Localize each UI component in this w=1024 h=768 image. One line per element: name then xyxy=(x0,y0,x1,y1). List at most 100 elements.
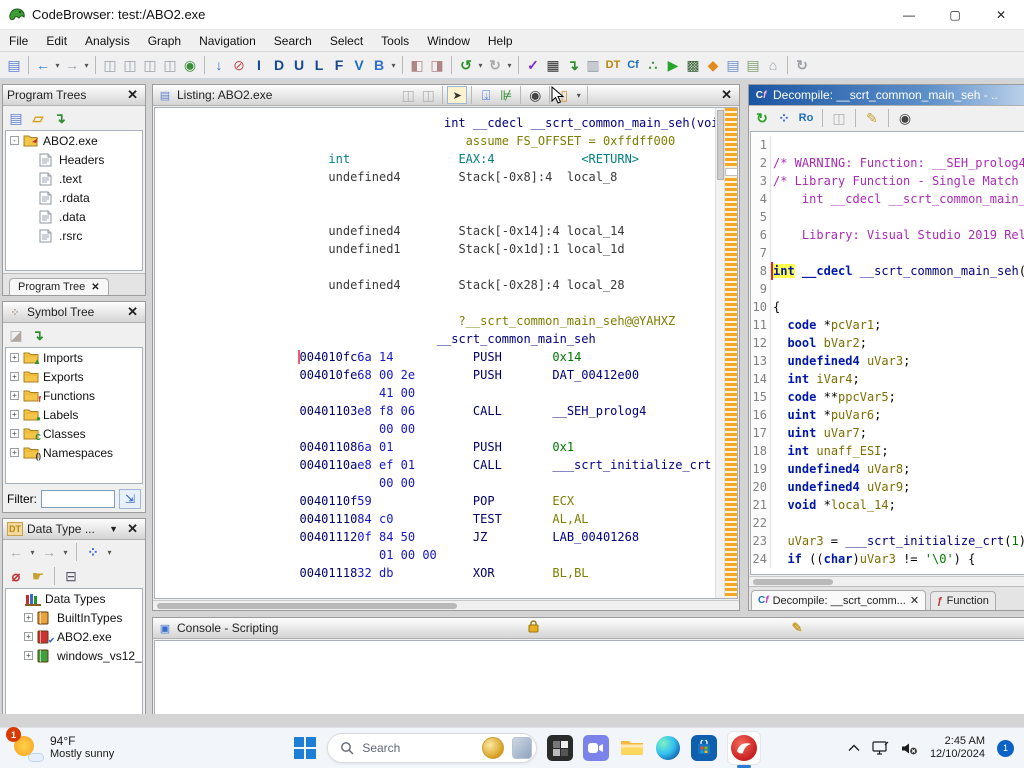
decompile-line[interactable]: 21 void *local_14; xyxy=(751,496,1024,514)
program-tree-tab[interactable]: Program Tree ✕ xyxy=(9,278,109,295)
open-folder-icon[interactable]: ▱ xyxy=(28,107,48,129)
dt-back-icon[interactable]: ← xyxy=(6,541,26,563)
disassembly-listing[interactable]: int __cdecl __scrt_common_main_seh(voi a… xyxy=(155,108,715,598)
decompile-line[interactable]: 12 bool bVar2; xyxy=(751,334,1024,352)
paste-icon[interactable]: ◫ xyxy=(418,84,438,106)
decompile-line[interactable]: 3/* Library Function - Single Match xyxy=(751,172,1024,190)
decompile-line[interactable]: 19 undefined4 uVar8; xyxy=(751,460,1024,478)
symbol-tree-node-functions[interactable]: +fFunctions xyxy=(6,386,142,405)
redo-icon[interactable]: ↻ xyxy=(485,54,505,76)
expander-icon[interactable]: + xyxy=(10,391,19,400)
menu-search[interactable]: Search xyxy=(265,31,321,51)
format-v-icon[interactable]: V xyxy=(349,54,369,76)
dt-graph-icon[interactable]: ⁘ xyxy=(83,541,103,563)
decompile-line[interactable]: 17 uint uVar7; xyxy=(751,424,1024,442)
listing-line[interactable]: undefined4 Stack[-0x28]:4 local_28 xyxy=(155,276,715,294)
listing-header[interactable]: ▤ Listing: ABO2.exe ◫◫➤⍗⊯◉▯▾ ✕ xyxy=(153,85,739,106)
diff-view-icon[interactable]: ⊯ xyxy=(496,84,516,106)
listing-line[interactable]: 01 00 00 xyxy=(155,546,715,564)
dt-forward-dd-icon[interactable]: ▾ xyxy=(61,548,70,557)
data-type-manager-icon[interactable]: DT xyxy=(603,54,623,76)
decompile-line[interactable]: 22 xyxy=(751,514,1024,532)
listing-line[interactable]: int EAX:4 <RETURN> xyxy=(155,150,715,168)
memory-map-icon[interactable]: ▩ xyxy=(683,54,703,76)
edit-signature-icon[interactable]: ✎ xyxy=(862,107,882,129)
decompile-line[interactable]: 18 int unaff_ESI; xyxy=(751,442,1024,460)
format-b-icon[interactable]: B xyxy=(369,54,389,76)
symbol-tree-node-namespaces[interactable]: +()Namespaces xyxy=(6,443,142,462)
format-dropdown-icon[interactable]: ▾ xyxy=(389,61,398,70)
listing-line[interactable]: int __cdecl __scrt_common_main_seh(voi xyxy=(155,114,715,132)
data-type-node-builtintypes[interactable]: +BuiltInTypes xyxy=(6,608,142,627)
back-dropdown-icon[interactable]: ▾ xyxy=(53,61,62,70)
symbol-tree-node-classes[interactable]: +CClasses xyxy=(6,424,142,443)
listing-line[interactable]: undefined1 Stack[-0x1d]:1 local_1d xyxy=(155,240,715,258)
listing-vscrollbar[interactable] xyxy=(715,108,724,598)
decompile-line[interactable]: 8int __cdecl __scrt_common_main_seh(void… xyxy=(751,262,1024,280)
listing-line[interactable]: undefined4 Stack[-0x14]:4 local_14 xyxy=(155,222,715,240)
listing-line[interactable]: 0040111832 db XOR BL,BL xyxy=(155,564,715,582)
notification-badge[interactable]: 1 xyxy=(997,740,1014,757)
maximize-button[interactable]: ▢ xyxy=(932,0,978,29)
chevron-down-icon[interactable]: ▼ xyxy=(107,524,120,534)
refresh-balloon-icon[interactable]: ↻ xyxy=(792,54,812,76)
stamp-icon[interactable]: ◪ xyxy=(6,324,26,346)
program-tree-node-abo2-exe[interactable]: -ABO2.exe xyxy=(6,131,142,150)
bookmark-margin[interactable] xyxy=(724,108,737,598)
symbol-tree-node-imports[interactable]: +▲Imports xyxy=(6,348,142,367)
data-type-node-windows-vs12-32[interactable]: +windows_vs12_32 xyxy=(6,646,142,665)
expander-icon[interactable]: + xyxy=(10,429,19,438)
navigate-in-icon[interactable]: ◧ xyxy=(407,54,427,76)
format-d-icon[interactable]: D xyxy=(269,54,289,76)
decompile-header[interactable]: Cf Decompile: __scrt_common_main_seh - .… xyxy=(749,85,1024,106)
save-icon[interactable]: ▤ xyxy=(4,54,24,76)
listing-line[interactable]: 004010fe68 00 2e PUSH DAT_00412e00 xyxy=(155,366,715,384)
decompile-line[interactable]: 23 uVar3 = ___scrt_initialize_crt(1) xyxy=(751,532,1024,550)
expander-icon[interactable]: + xyxy=(24,651,33,660)
collapse-all-icon[interactable]: ⊟ xyxy=(61,565,81,587)
function-tab[interactable]: ƒ Function xyxy=(930,591,996,610)
close-icon[interactable]: ✕ xyxy=(124,521,141,537)
filter-arrays-off-icon[interactable]: ⌀ xyxy=(6,565,26,587)
decompile-line[interactable]: 6 Library: Visual Studio 2019 Rele xyxy=(751,226,1024,244)
expander-icon[interactable]: + xyxy=(10,410,19,419)
listing-line[interactable]: 0040110ae8 ef 01 CALL ___scrt_initialize… xyxy=(155,456,715,474)
taskbar-app-file-explorer[interactable] xyxy=(619,735,645,761)
script-import-icon[interactable]: ↴ xyxy=(563,54,583,76)
listing-line[interactable] xyxy=(155,294,715,312)
disable-icon[interactable]: ⊘ xyxy=(229,54,249,76)
listing-line[interactable]: 004010fc6a 14 PUSH 0x14 xyxy=(155,348,715,366)
decompile-line[interactable]: 5 xyxy=(751,208,1024,226)
forward-dropdown-icon[interactable]: ▾ xyxy=(82,61,91,70)
listing-line[interactable]: 004011120f 84 50 JZ LAB_00401268 xyxy=(155,528,715,546)
data-type-manager-header[interactable]: DT Data Type ... ▼ ✕ xyxy=(3,519,145,540)
bytes-viewer-icon[interactable]: ▦ xyxy=(543,54,563,76)
listing-line[interactable]: 41 00 xyxy=(155,384,715,402)
menu-analysis[interactable]: Analysis xyxy=(76,31,139,51)
listing-line[interactable] xyxy=(155,186,715,204)
program-tree-node--rdata[interactable]: .rdata xyxy=(6,188,142,207)
dt-graph-dd-icon[interactable]: ▾ xyxy=(105,548,114,557)
slice-tree-icon[interactable]: ⁘ xyxy=(774,107,794,129)
taskbar-app-teams[interactable] xyxy=(583,735,609,761)
defined-data-icon[interactable]: ▤ xyxy=(723,54,743,76)
decompile-line[interactable]: 20 undefined4 uVar9; xyxy=(751,478,1024,496)
volume-muted-icon[interactable] xyxy=(901,742,918,755)
refresh-icon[interactable]: ↻ xyxy=(752,107,772,129)
clear-console-icon[interactable]: ✎ xyxy=(789,620,806,636)
listing-line[interactable]: assume FS_OFFSET = 0xffdff000 xyxy=(155,132,715,150)
new-tree-icon[interactable]: ▤ xyxy=(6,107,26,129)
menu-file[interactable]: File xyxy=(0,31,37,51)
create-symbol-icon[interactable]: ↴ xyxy=(28,324,48,346)
minimize-button[interactable]: — xyxy=(886,0,932,29)
navigate-out-icon[interactable]: ◨ xyxy=(427,54,447,76)
call-tree-icon[interactable]: ∴ xyxy=(643,54,663,76)
close-icon[interactable]: ✕ xyxy=(91,282,99,293)
symbol-tree-node-exports[interactable]: +Exports xyxy=(6,367,142,386)
program-tree-node-headers[interactable]: Headers xyxy=(6,150,142,169)
filter-pointers-off-icon[interactable]: ☛ xyxy=(28,565,48,587)
validate-icon[interactable]: ✓ xyxy=(523,54,543,76)
data-type-node-data-types[interactable]: Data Types xyxy=(6,589,142,608)
menu-help[interactable]: Help xyxy=(479,31,522,51)
data-type-node-abo2-exe[interactable]: +✔ABO2.exe xyxy=(6,627,142,646)
